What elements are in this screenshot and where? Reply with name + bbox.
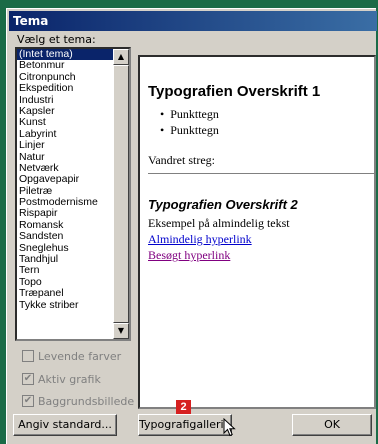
list-item[interactable]: Linjer: [17, 139, 113, 151]
vivid-colors-label: Levende farver: [38, 350, 122, 363]
preview-bullet: • Punkttegn: [160, 107, 219, 121]
checkmark-icon[interactable]: ✔: [22, 373, 34, 385]
checkmark-icon[interactable]: ✔: [22, 395, 34, 407]
preview-bullet-text: Punkttegn: [170, 107, 219, 121]
preview-heading-1: Typografien Overskrift 1: [148, 83, 321, 100]
preview-horizontal-rule: [148, 173, 374, 174]
mouse-cursor-icon: [223, 418, 236, 437]
list-scrollbar[interactable]: ▲ ▼: [113, 49, 129, 339]
style-gallery-button[interactable]: Typografigalleri...: [138, 414, 234, 436]
list-item[interactable]: Opgavepapir: [17, 173, 113, 185]
theme-list-label: Vælg et tema:: [17, 33, 96, 46]
preview-body-text: Eksempel på almindelig tekst: [148, 216, 290, 230]
callout-badge: 2: [176, 400, 191, 415]
theme-listbox[interactable]: (Intet tema) Betonmur Citronpunch Eksped…: [15, 47, 131, 341]
list-item[interactable]: Sandsten: [17, 230, 113, 242]
scroll-thumb[interactable]: [113, 65, 129, 323]
preview-visited-hyperlink[interactable]: Besøgt hyperlink: [148, 248, 230, 263]
scroll-down-icon[interactable]: ▼: [113, 323, 129, 339]
set-default-button[interactable]: Angiv standard...: [13, 414, 117, 436]
background-image-label: Baggrundsbillede: [38, 395, 135, 408]
preview-hyperlink[interactable]: Almindelig hyperlink: [148, 232, 252, 247]
preview-bullet: • Punkttegn: [160, 123, 219, 137]
scroll-up-icon[interactable]: ▲: [113, 49, 129, 65]
theme-preview-pane: Typografien Overskrift 1 • Punkttegn • P…: [138, 55, 376, 409]
list-item[interactable]: Træpanel: [17, 287, 113, 299]
preview-bullet-text: Punkttegn: [170, 123, 219, 137]
active-graphics-label: Aktiv grafik: [38, 373, 101, 386]
preview-hr-label: Vandret streg:: [148, 153, 215, 167]
list-item[interactable]: Ekspedition: [17, 82, 113, 94]
preview-heading-2: Typografien Overskrift 2: [148, 197, 298, 212]
title-bar: Tema: [9, 11, 377, 31]
checkbox-box[interactable]: [22, 350, 34, 362]
list-item[interactable]: Tykke striber: [17, 299, 113, 311]
ok-button[interactable]: OK: [292, 414, 372, 436]
theme-list-items: (Intet tema) Betonmur Citronpunch Eksped…: [17, 49, 113, 311]
